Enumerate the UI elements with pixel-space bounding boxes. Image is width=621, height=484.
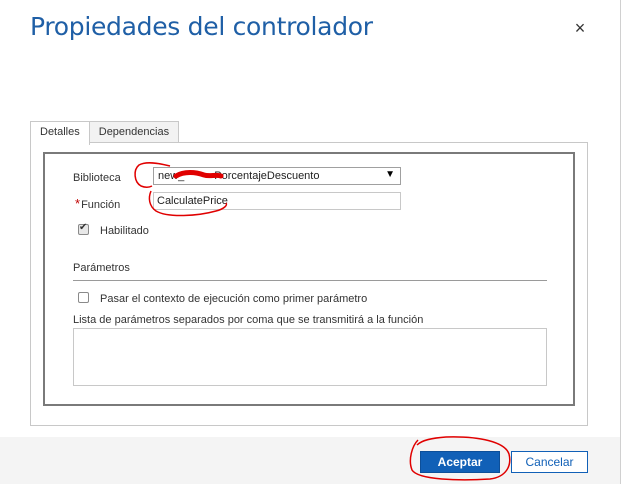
parametros-heading: Parámetros xyxy=(73,262,130,274)
lista-parametros-label: Lista de parámetros separados por coma q… xyxy=(73,314,424,326)
required-asterisk: * xyxy=(75,196,81,211)
dialog-title: Propiedades del controlador xyxy=(30,12,373,41)
tab-bar: Detalles Dependencias xyxy=(30,121,180,145)
biblioteca-label: Biblioteca xyxy=(73,172,121,184)
habilitado-checkbox[interactable] xyxy=(78,222,89,235)
funcion-input[interactable]: CalculatePrice xyxy=(153,192,401,210)
accept-button[interactable]: Aceptar xyxy=(420,451,500,473)
controller-properties-dialog: Propiedades del controlador × Detalles D… xyxy=(0,0,621,484)
funcion-label-wrapper: *Función xyxy=(75,196,120,211)
funcion-label: Función xyxy=(81,199,121,211)
lista-parametros-textarea[interactable] xyxy=(73,328,547,386)
close-icon[interactable]: × xyxy=(571,19,589,37)
habilitado-label: Habilitado xyxy=(100,225,149,237)
tab-detalles[interactable]: Detalles xyxy=(30,121,90,145)
pasar-contexto-checkbox[interactable] xyxy=(78,292,89,303)
biblioteca-select-value: new_ xyxy=(158,170,185,182)
cancel-button[interactable]: Cancelar xyxy=(511,451,588,473)
biblioteca-select[interactable]: new_ PorcentajeDescuento ▼ xyxy=(153,167,401,185)
dropdown-arrow-icon: ▼ xyxy=(385,169,395,180)
tab-dependencias[interactable]: Dependencias xyxy=(88,121,180,143)
parametros-divider xyxy=(73,280,547,281)
biblioteca-select-value-tail: PorcentajeDescuento xyxy=(214,170,320,182)
pasar-contexto-label: Pasar el contexto de ejecución como prim… xyxy=(100,293,368,305)
